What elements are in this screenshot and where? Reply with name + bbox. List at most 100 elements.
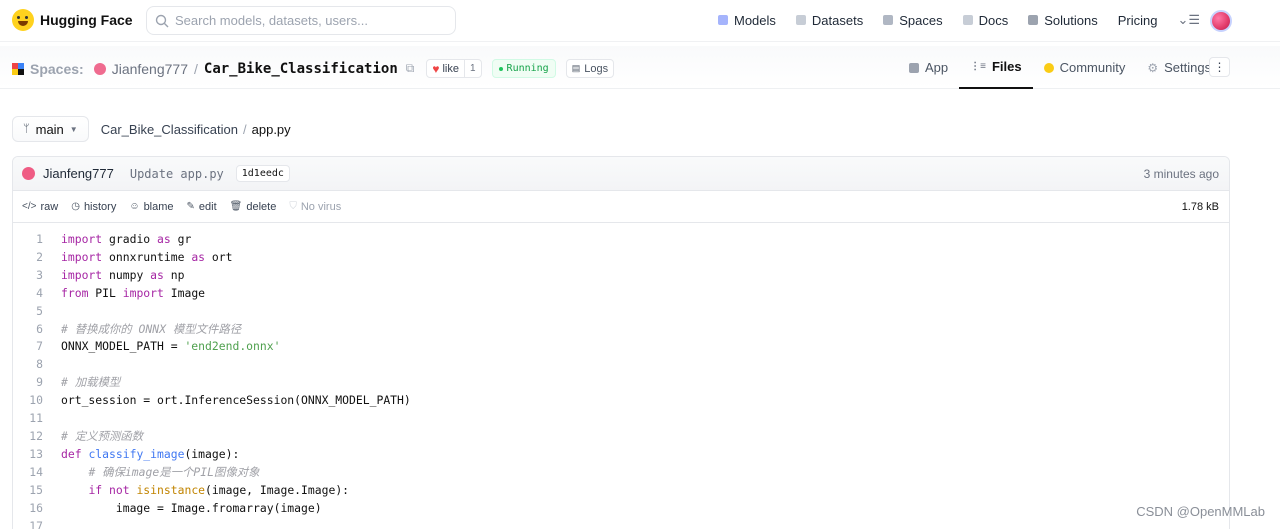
copy-icon[interactable]: ⧉ bbox=[406, 61, 415, 76]
line-number[interactable]: 12 bbox=[13, 428, 43, 446]
tab-app[interactable]: App bbox=[898, 46, 959, 89]
nav-solutions[interactable]: Solutions bbox=[1028, 12, 1098, 28]
code-line: 17 bbox=[13, 518, 1229, 529]
code-text: import numpy as np bbox=[61, 267, 185, 282]
history-label: history bbox=[83, 200, 117, 213]
code-text: # 加载模型 bbox=[61, 375, 121, 390]
commit-hash-link[interactable]: 1d1eedc bbox=[235, 165, 290, 182]
brand-link[interactable]: Hugging Face bbox=[12, 9, 133, 31]
commit-author-link[interactable]: Jianfeng777 bbox=[43, 166, 114, 181]
user-avatar[interactable] bbox=[1210, 10, 1232, 32]
repo-name-link[interactable]: Car_Bike_Classification bbox=[204, 61, 398, 77]
code-icon: </> bbox=[22, 201, 37, 212]
line-number[interactable]: 7 bbox=[13, 338, 43, 356]
code-line: 3 import numpy as np bbox=[13, 267, 1229, 285]
edit-button[interactable]: ✎ edit bbox=[187, 201, 217, 213]
breadcrumb: Car_Bike_Classification / app.py bbox=[101, 122, 291, 137]
nav-models-label: Models bbox=[734, 12, 776, 28]
branch-selector[interactable]: ᛘ main ▼ bbox=[12, 116, 89, 142]
shield-icon: ⛉ bbox=[289, 201, 297, 212]
code-line: 12 # 定义预测函数 bbox=[13, 428, 1229, 446]
branch-name: main bbox=[35, 121, 64, 137]
blame-button[interactable]: ☺ blame bbox=[129, 201, 173, 213]
line-number[interactable]: 6 bbox=[13, 321, 43, 339]
line-number[interactable]: 8 bbox=[13, 356, 43, 374]
tab-app-label: App bbox=[925, 60, 949, 75]
trash-icon: 🗑 bbox=[229, 201, 243, 212]
nav-datasets[interactable]: Datasets bbox=[795, 12, 864, 28]
main-nav: Models Datasets Spaces Docs Solutions Pr… bbox=[718, 12, 1222, 28]
pencil-icon: ✎ bbox=[186, 201, 195, 212]
code-text: image = Image.fromarray(image) bbox=[61, 500, 322, 515]
owner-link[interactable]: Jianfeng777 bbox=[112, 61, 188, 77]
logs-icon: ▤ bbox=[571, 63, 581, 73]
commit-message-link[interactable]: Update app.py bbox=[130, 167, 224, 181]
like-label: like bbox=[442, 62, 459, 75]
history-button[interactable]: ◷ history bbox=[71, 201, 116, 213]
code-text: ort_session = ort.InferenceSession(ONNX_… bbox=[61, 393, 411, 408]
logs-button[interactable]: ▤ Logs bbox=[565, 59, 615, 78]
spaces-logo-icon bbox=[12, 62, 24, 75]
line-number[interactable]: 10 bbox=[13, 392, 43, 410]
models-icon bbox=[718, 15, 728, 25]
nav-spaces[interactable]: Spaces bbox=[883, 13, 943, 28]
code-line: 6 # 替换成你的 ONNX 模型文件路径 bbox=[13, 321, 1229, 339]
heart-icon: ♥ bbox=[432, 61, 440, 76]
line-number[interactable]: 1 bbox=[13, 231, 43, 249]
status-badge[interactable]: Running bbox=[491, 59, 556, 78]
path-repo-link[interactable]: Car_Bike_Classification bbox=[101, 122, 238, 137]
search-input[interactable] bbox=[175, 13, 435, 28]
nav-models[interactable]: Models bbox=[718, 13, 776, 28]
more-options-button[interactable]: ⋮ bbox=[1209, 57, 1230, 77]
space-breadcrumb: Spaces: Jianfeng777 / Car_Bike_Classific… bbox=[12, 59, 615, 78]
like-button[interactable]: ♥ like 1 bbox=[426, 59, 482, 78]
tab-files-label: Files bbox=[991, 59, 1022, 74]
code-view: 1 import gradio as gr 2 import onnxruntime … bbox=[13, 223, 1229, 529]
code-text: def classify_image(image): bbox=[61, 446, 240, 461]
history-icon: ◷ bbox=[71, 201, 80, 212]
nav-docs[interactable]: Docs bbox=[962, 13, 1008, 28]
code-line: 7 ONNX_MODEL_PATH = 'end2end.onnx' bbox=[13, 338, 1229, 356]
line-number[interactable]: 9 bbox=[13, 374, 43, 392]
line-number[interactable]: 17 bbox=[13, 518, 43, 529]
line-number[interactable]: 5 bbox=[13, 303, 43, 321]
code-text: from PIL import Image bbox=[61, 285, 206, 300]
virus-scan-status[interactable]: ⛉ No virus bbox=[289, 201, 341, 213]
files-icon: ⋮≡ bbox=[970, 61, 986, 72]
hugging-face-logo-icon bbox=[12, 9, 34, 31]
line-number[interactable]: 16 bbox=[13, 500, 43, 518]
code-line: 4 from PIL import Image bbox=[13, 285, 1229, 303]
line-number[interactable]: 15 bbox=[13, 482, 43, 500]
code-text: import onnxruntime as ort bbox=[61, 249, 233, 264]
line-number[interactable]: 4 bbox=[13, 285, 43, 303]
tab-files[interactable]: ⋮≡ Files bbox=[959, 46, 1033, 89]
blame-icon: ☺ bbox=[129, 201, 140, 212]
like-count: 1 bbox=[463, 60, 481, 77]
nav-pricing[interactable]: Pricing bbox=[1118, 13, 1158, 28]
file-path-row: ᛘ main ▼ Car_Bike_Classification / app.p… bbox=[12, 116, 291, 142]
tab-community[interactable]: Community bbox=[1033, 46, 1137, 89]
line-number[interactable]: 3 bbox=[13, 267, 43, 285]
code-text: # 定义预测函数 bbox=[61, 428, 144, 443]
space-header: Spaces: Jianfeng777 / Car_Bike_Classific… bbox=[0, 46, 1280, 89]
commit-time: 3 minutes ago bbox=[1143, 166, 1219, 181]
path-file-name: app.py bbox=[251, 121, 291, 137]
nav-datasets-label: Datasets bbox=[811, 12, 864, 28]
line-number[interactable]: 14 bbox=[13, 464, 43, 482]
delete-label: delete bbox=[246, 200, 277, 213]
file-size: 1.78 kB bbox=[1181, 200, 1219, 213]
solutions-icon bbox=[1028, 15, 1039, 25]
code-line: 15 if not isinstance(image, Image.Image)… bbox=[13, 482, 1229, 500]
more-menu-icon[interactable]: ⌄☰ bbox=[1177, 12, 1200, 28]
line-number[interactable]: 11 bbox=[13, 410, 43, 428]
datasets-icon bbox=[795, 15, 806, 25]
raw-button[interactable]: </> raw bbox=[22, 201, 58, 213]
nav-solutions-label: Solutions bbox=[1044, 12, 1098, 28]
code-text: # 替换成你的 ONNX 模型文件路径 bbox=[61, 321, 242, 336]
spaces-section-label[interactable]: Spaces: bbox=[30, 61, 84, 77]
line-number[interactable]: 2 bbox=[13, 249, 43, 267]
delete-button[interactable]: 🗑 delete bbox=[230, 201, 277, 213]
line-number[interactable]: 13 bbox=[13, 446, 43, 464]
search-box[interactable] bbox=[146, 6, 456, 35]
